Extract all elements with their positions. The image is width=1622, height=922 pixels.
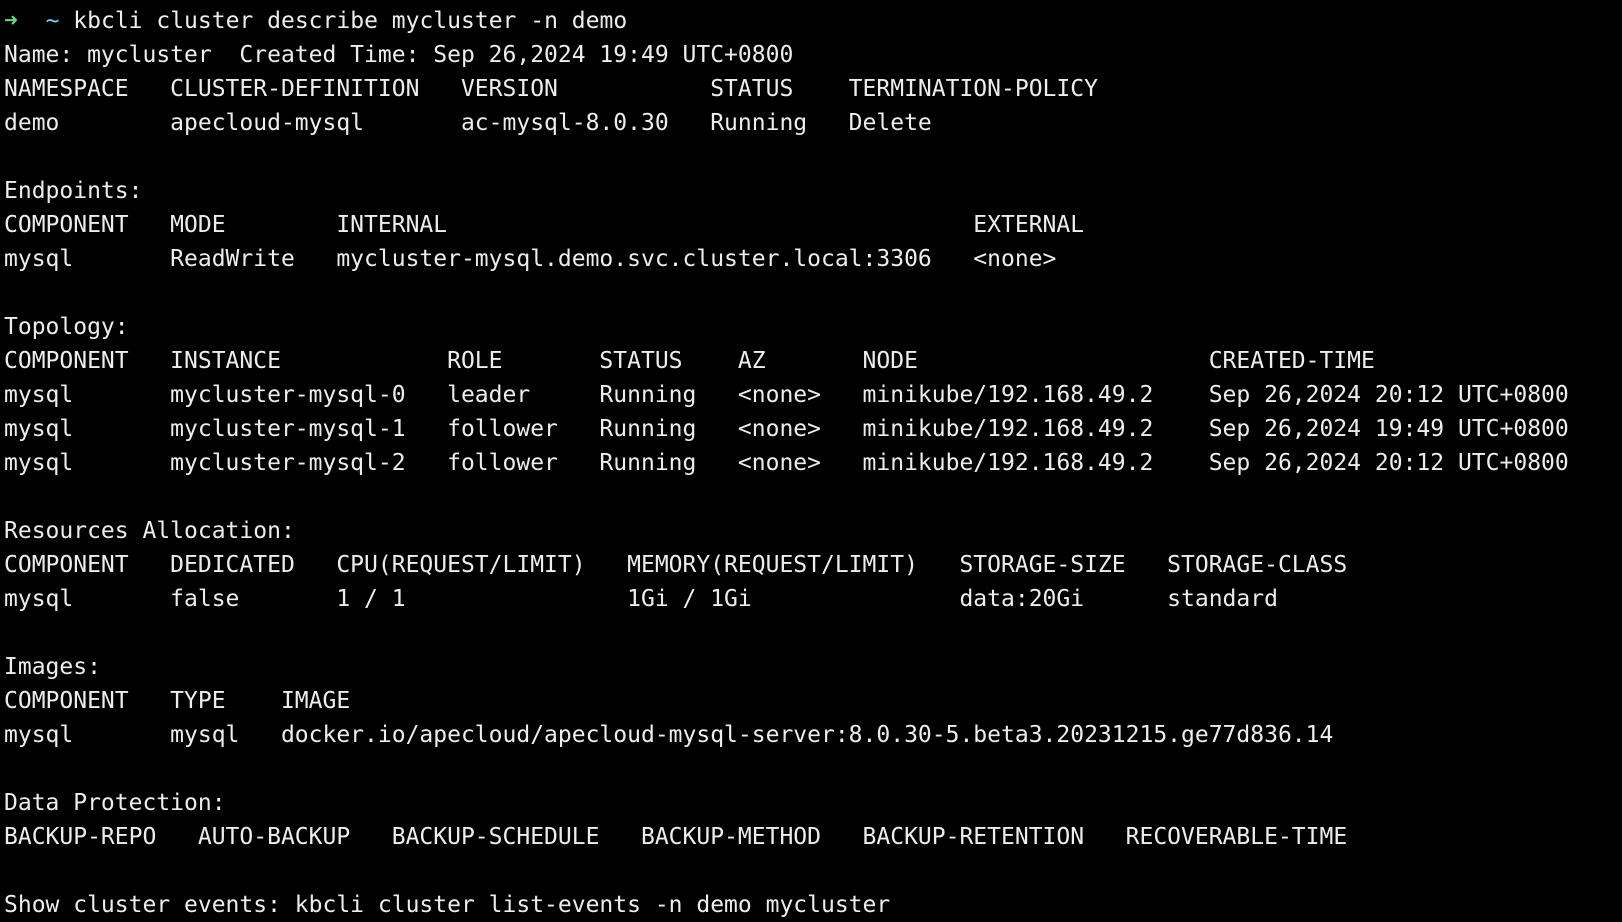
images-table-row: mysql mysql docker.io/apecloud/apecloud-… (4, 722, 1334, 748)
prompt-directory: ~ (45, 8, 60, 34)
command-text: kbcli cluster describe mycluster -n demo (73, 8, 628, 34)
endpoints-table-header: COMPONENT MODE INTERNAL EXTERNAL (4, 212, 1085, 238)
endpoints-title: Endpoints: (4, 178, 143, 204)
topology-table-header: COMPONENT INSTANCE ROLE STATUS AZ NODE C… (4, 348, 1375, 374)
prompt-arrow-icon: ➜ (4, 8, 18, 34)
terminal-window[interactable]: ➜ ~ kbcli cluster describe mycluster -n … (0, 0, 1622, 920)
resources-table-header: COMPONENT DEDICATED CPU(REQUEST/LIMIT) M… (4, 552, 1348, 578)
events-hint-line: Show cluster events: kbcli cluster list-… (4, 892, 891, 918)
cluster-table-header: NAMESPACE CLUSTER-DEFINITION VERSION STA… (4, 76, 1098, 102)
cluster-table-row: demo apecloud-mysql ac-mysql-8.0.30 Runn… (4, 110, 932, 136)
topology-table-row: mysql mycluster-mysql-2 follower Running… (4, 450, 1569, 476)
topology-table-row: mysql mycluster-mysql-0 leader Running <… (4, 382, 1569, 408)
cluster-name-line: Name: mycluster Created Time: Sep 26,202… (4, 42, 794, 68)
resources-title: Resources Allocation: (4, 518, 295, 544)
data-protection-table-header: BACKUP-REPO AUTO-BACKUP BACKUP-SCHEDULE … (4, 824, 1348, 850)
resources-table-row: mysql false 1 / 1 1Gi / 1Gi data:20Gi st… (4, 586, 1278, 612)
endpoints-table-row: mysql ReadWrite mycluster-mysql.demo.svc… (4, 246, 1057, 272)
images-table-header: COMPONENT TYPE IMAGE (4, 688, 351, 714)
images-title: Images: (4, 654, 101, 680)
topology-table-row: mysql mycluster-mysql-1 follower Running… (4, 416, 1569, 442)
data-protection-title: Data Protection: (4, 790, 226, 816)
prompt-line: ➜ ~ kbcli cluster describe mycluster -n … (4, 4, 1622, 38)
topology-title: Topology: (4, 314, 129, 340)
